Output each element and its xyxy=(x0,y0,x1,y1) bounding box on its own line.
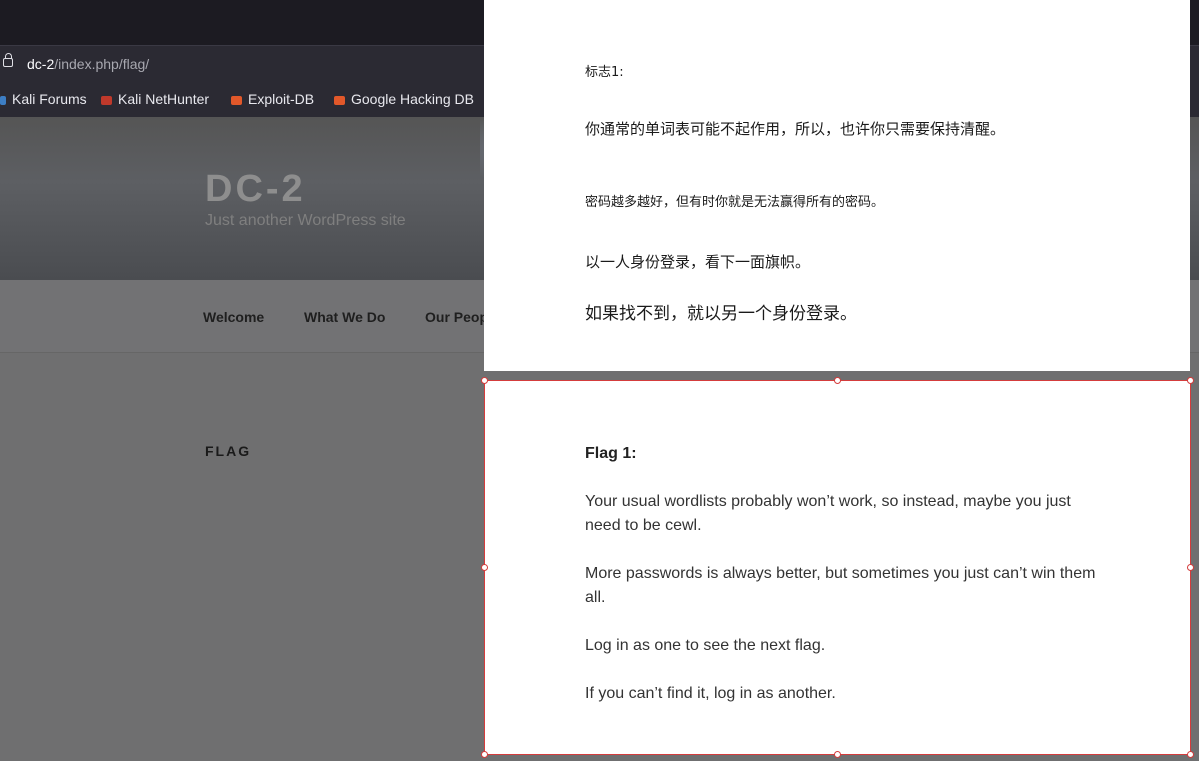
resize-handle-left[interactable] xyxy=(481,564,488,571)
lock-icon[interactable] xyxy=(3,53,13,67)
resize-handle-bottom-right[interactable] xyxy=(1187,751,1194,758)
url-text[interactable]: dc-2/index.php/flag/ xyxy=(27,56,149,72)
kali-icon xyxy=(0,95,6,105)
translation-panel: 标志1: 你通常的单词表可能不起作用，所以，也许你只需要保持清醒。 密码越多越好… xyxy=(484,0,1190,371)
resize-handle-top[interactable] xyxy=(834,377,841,384)
resize-handle-bottom[interactable] xyxy=(834,751,841,758)
cn-line-4: 如果找不到，就以另一个身份登录。 xyxy=(585,304,857,324)
resize-handle-top-left[interactable] xyxy=(481,377,488,384)
cn-line-2: 密码越多越好，但有时你就是无法赢得所有的密码。 xyxy=(585,195,885,210)
nav-item-welcome[interactable]: Welcome xyxy=(203,309,264,325)
flag-paragraph-3: Log in as one to see the next flag. xyxy=(585,637,826,654)
bookmark-label: Google Hacking DB xyxy=(351,91,474,107)
page-title: FLAG xyxy=(205,443,252,459)
nav-item-what-we-do[interactable]: What We Do xyxy=(304,309,385,325)
resize-handle-bottom-left[interactable] xyxy=(481,751,488,758)
bookmark-kali-forums[interactable]: Kali Forums xyxy=(0,91,87,107)
resize-handle-top-right[interactable] xyxy=(1187,377,1194,384)
cn-line-3: 以一人身份登录，看下一面旗帜。 xyxy=(585,253,811,271)
nethunter-icon xyxy=(101,95,112,105)
bookmark-label: Kali Forums xyxy=(12,91,87,107)
flag-paragraph-1: Your usual wordlists probably won’t work… xyxy=(585,493,1071,534)
nav-item-our-people[interactable]: Our Peop xyxy=(425,309,488,325)
cn-line-1: 你通常的单词表可能不起作用，所以，也许你只需要保持清醒。 xyxy=(585,120,1006,138)
bookmark-exploit-db[interactable]: Exploit-DB xyxy=(231,91,314,107)
url-path: /index.php/flag/ xyxy=(54,56,150,72)
exploitdb-icon xyxy=(231,95,242,105)
url-host: dc-2 xyxy=(27,56,55,72)
site-title[interactable]: DC-2 xyxy=(205,168,306,211)
site-description: Just another WordPress site xyxy=(205,212,406,229)
bookmark-label: Kali NetHunter xyxy=(118,91,210,107)
bookmark-label: Exploit-DB xyxy=(248,91,315,107)
bookmark-google-hacking-db[interactable]: Google Hacking DB xyxy=(334,91,474,107)
ghdb-icon xyxy=(334,95,345,105)
resize-handle-right[interactable] xyxy=(1187,564,1194,571)
flag-content-selection[interactable]: Flag 1: Your usual wordlists probably wo… xyxy=(484,380,1191,755)
cn-title: 标志1: xyxy=(585,65,624,80)
flag-paragraph-2: More passwords is always better, but som… xyxy=(585,565,1096,606)
bookmark-kali-nethunter[interactable]: Kali NetHunter xyxy=(101,91,209,107)
flag-title: Flag 1: xyxy=(585,445,637,462)
flag-paragraph-4: If you can’t find it, log in as another. xyxy=(585,685,836,702)
